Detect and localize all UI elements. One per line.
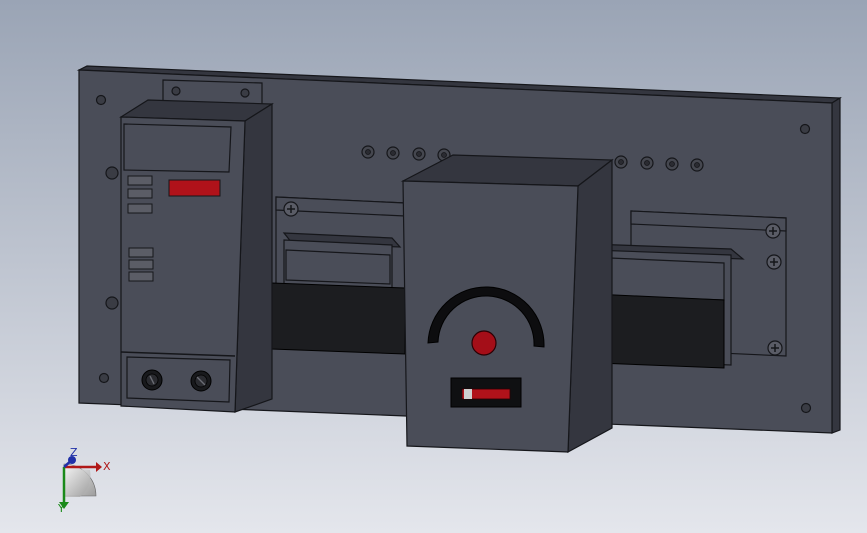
z-axis-label: Z (70, 446, 78, 459)
cad-scene: X Y Z (0, 0, 867, 533)
x-axis-label: X (103, 460, 111, 473)
left-strap (271, 282, 406, 355)
cad-viewport[interactable]: X Y Z (0, 0, 867, 533)
screw-icon (766, 254, 782, 270)
indicator-lamp (471, 330, 497, 356)
operator-front (402, 180, 579, 453)
status-led-group-upper (127, 175, 153, 214)
mounting-hole (799, 123, 811, 135)
digital-display (168, 179, 221, 197)
rotary-knob-left[interactable] (141, 369, 163, 391)
rotary-knob-right[interactable] (190, 370, 212, 392)
mounting-hole (105, 296, 119, 310)
status-led-group-lower (128, 247, 154, 282)
controller-module[interactable] (119, 79, 274, 413)
y-axis-label: Y (57, 502, 65, 515)
handle-slot[interactable] (450, 377, 522, 408)
mounting-hole (105, 166, 119, 180)
plate-right-edge (831, 96, 841, 434)
screw-icon (765, 223, 781, 239)
mounting-hole (800, 402, 812, 414)
left-switch-unit[interactable] (271, 196, 406, 355)
mounting-hole (95, 94, 107, 106)
screw-icon (767, 340, 783, 356)
transfer-switch-operator[interactable] (400, 154, 614, 454)
mounting-hole (98, 372, 110, 384)
screw-icon (283, 201, 299, 217)
